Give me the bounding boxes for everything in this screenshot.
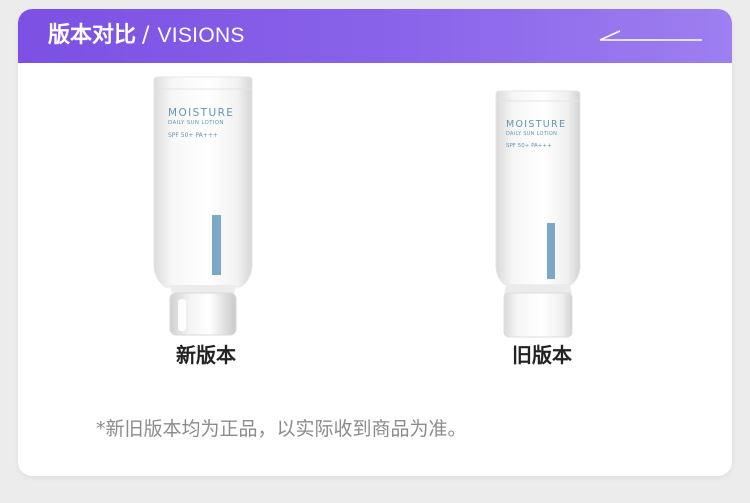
title-separator: / (142, 23, 150, 48)
header-decorative-line-icon (599, 30, 702, 41)
tube-product-line: DAILY SUN LOTION (168, 120, 224, 126)
version-comparison-card: 版本对比 / VISIONS MOISTURE DAILY SUN LOTION… (18, 9, 732, 476)
title-chinese: 版本对比 (48, 23, 137, 48)
tube-print-old: MOISTURE DAILY SUN LOTION SPF 50+ PA+++ (506, 119, 582, 149)
title-english: VISIONS (157, 24, 245, 47)
product-image-new-version: MOISTURE DAILY SUN LOTION SPF 50+ PA+++ (148, 75, 258, 337)
product-label-new: 新版本 (176, 343, 236, 367)
product-label-old: 旧版本 (512, 343, 572, 367)
disclaimer-note: *新旧版本均为正品，以实际收到商品为准。 (96, 418, 467, 440)
header-title: 版本对比 / VISIONS (48, 22, 245, 50)
tube-print-new: MOISTURE DAILY SUN LOTION SPF 50+ PA+++ (168, 107, 254, 139)
tube-brand-line: MOISTURE (168, 107, 235, 119)
product-image-old-version: MOISTURE DAILY SUN LOTION SPF 50+ PA+++ (490, 89, 586, 339)
tube-brand-line: MOISTURE (506, 119, 567, 130)
tube-spf-line: SPF 50+ PA+++ (168, 132, 218, 139)
tube-product-line: DAILY SUN LOTION (506, 131, 558, 137)
card-header: 版本对比 / VISIONS (18, 9, 732, 63)
tube-spf-line: SPF 50+ PA+++ (506, 143, 552, 149)
